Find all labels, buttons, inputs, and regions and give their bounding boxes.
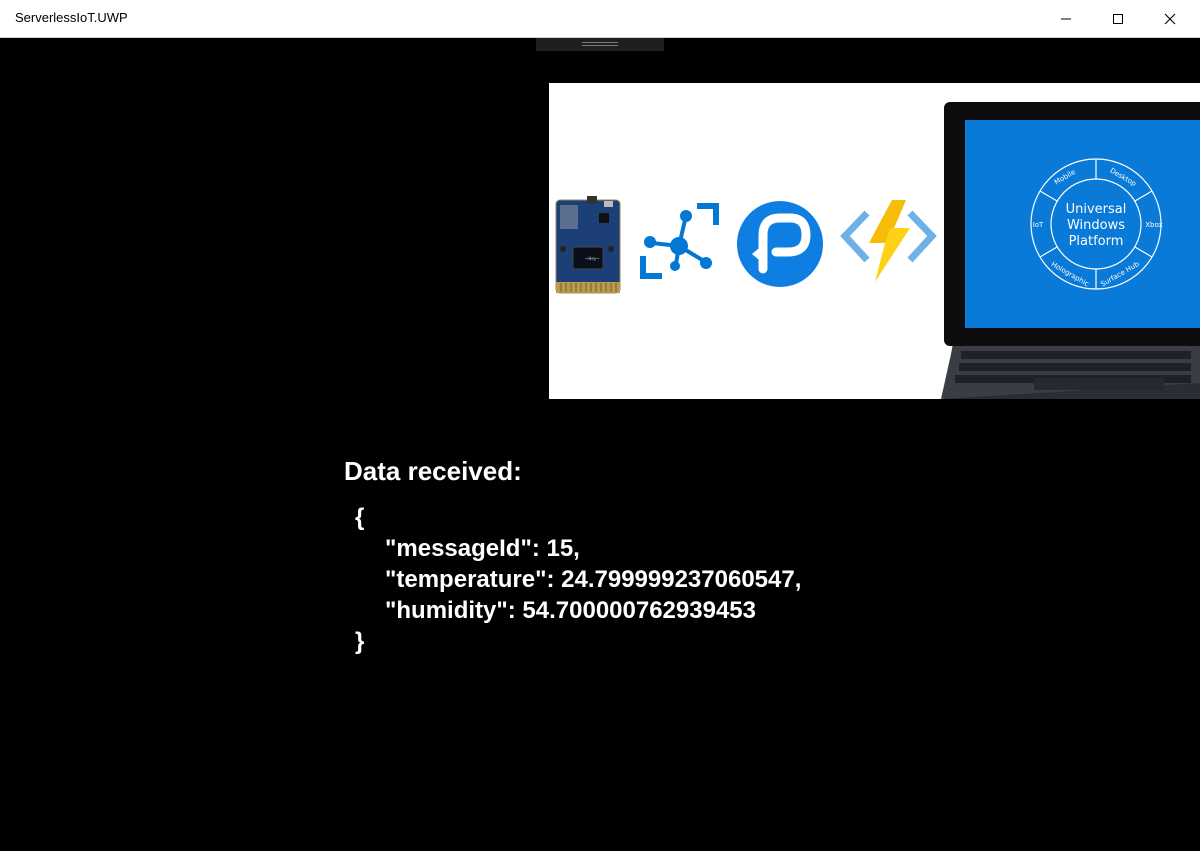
surface-laptop-icon: Universal Windows Platform Mobile Deskto…: [941, 102, 1200, 399]
data-received-heading: Data received:: [344, 456, 522, 486]
uwp-center-line-1: Universal: [1066, 202, 1127, 217]
close-icon: [1164, 13, 1176, 25]
uwp-center-line-2: Windows: [1067, 218, 1125, 233]
json-open-brace: {: [355, 504, 365, 531]
json-payload: { "messageId": 15, "temperature": 24.799…: [355, 502, 801, 657]
azure-functions-icon: [840, 200, 937, 282]
iot-hub-icon: [640, 203, 719, 279]
close-button[interactable]: [1144, 0, 1196, 38]
json-line-humidity: "humidity": 54.700000762939453: [385, 597, 756, 624]
iot-devkit-board-icon: ~Hey~: [555, 196, 621, 294]
json-line-message-id: "messageId": 15,: [385, 535, 580, 562]
maximize-icon: [1113, 14, 1123, 24]
title-bar: ServerlessIoT.UWP: [0, 0, 1200, 38]
architecture-banner-image: ~Hey~ Universal Windows Platform Mobile …: [549, 83, 1200, 399]
minimize-icon: [1061, 18, 1071, 20]
svg-text:~Hey~: ~Hey~: [585, 256, 600, 261]
minimize-button[interactable]: [1040, 0, 1092, 38]
json-line-temperature: "temperature": 24.799999237060547,: [385, 566, 802, 593]
uwp-center-line-3: Platform: [1069, 234, 1124, 249]
signalr-icon: [737, 201, 823, 287]
app-content: ~Hey~ Universal Windows Platform Mobile …: [0, 38, 1200, 851]
uwp-segment-iot: IoT: [1033, 221, 1044, 229]
drag-handle[interactable]: [536, 38, 664, 51]
maximize-button[interactable]: [1092, 0, 1144, 38]
window-title: ServerlessIoT.UWP: [15, 10, 128, 25]
uwp-segment-xbox: Xbox: [1145, 221, 1162, 229]
json-close-brace: }: [355, 628, 365, 655]
grip-icon: [582, 42, 618, 46]
